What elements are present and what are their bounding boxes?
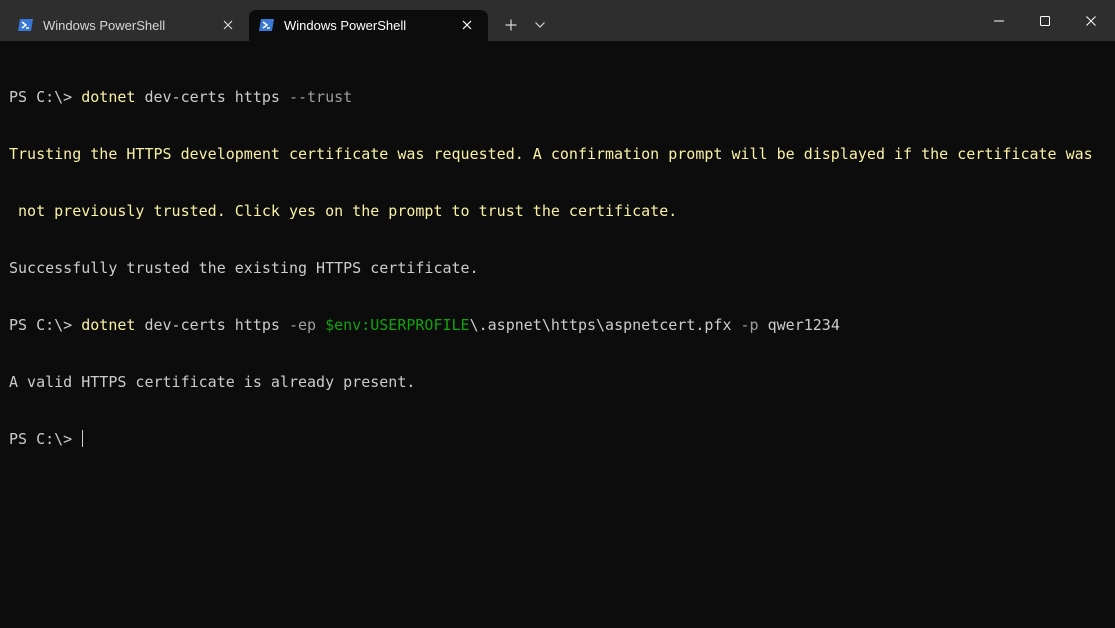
tab-title: Windows PowerShell: [43, 18, 166, 33]
file-path: \.aspnet\https\aspnetcert.pfx: [469, 316, 741, 334]
warning-line: not previously trusted. Click yes on the…: [9, 202, 678, 220]
text-cursor: [82, 430, 84, 447]
maximize-button[interactable]: [1022, 0, 1068, 41]
powershell-icon: [18, 18, 34, 32]
tab-title: Windows PowerShell: [284, 18, 407, 33]
close-tab-icon[interactable]: [459, 17, 475, 33]
command-args: dev-certs https: [135, 88, 289, 106]
command-name: dotnet: [81, 316, 136, 334]
close-icon: [1086, 15, 1096, 26]
prompt: PS C:\>: [9, 88, 82, 106]
parameter-value: qwer1234: [758, 316, 840, 334]
prompt: PS C:\>: [9, 430, 82, 448]
terminal-line: PS C:\> dotnet dev-certs https -ep $env:…: [9, 316, 1109, 335]
tab-dropdown-button[interactable]: [527, 12, 553, 38]
close-window-button[interactable]: [1068, 0, 1114, 41]
terminal-output[interactable]: PS C:\> dotnet dev-certs https --trust T…: [9, 50, 1109, 487]
plus-icon: [505, 19, 517, 31]
command-parameter: -ep: [288, 316, 317, 334]
close-tab-icon[interactable]: [220, 17, 236, 33]
minimize-button[interactable]: [976, 0, 1022, 41]
tab-windows-powershell-1[interactable]: Windows PowerShell: [8, 10, 244, 41]
environment-variable: $env:USERPROFILE: [325, 316, 470, 334]
prompt: PS C:\>: [9, 316, 82, 334]
terminal-line: PS C:\> dotnet dev-certs https --trust: [9, 88, 1109, 107]
warning-line: Trusting the HTTPS development certifica…: [9, 145, 1093, 163]
command-args: dev-certs https: [135, 316, 289, 334]
chevron-down-icon: [535, 22, 545, 28]
tab-windows-powershell-2[interactable]: Windows PowerShell: [249, 10, 488, 41]
minimize-icon: [994, 20, 1004, 21]
output-line: A valid HTTPS certificate is already pre…: [9, 373, 416, 391]
command-name: dotnet: [81, 88, 136, 106]
maximize-icon: [1040, 15, 1050, 26]
terminal-window: Windows PowerShell Windows PowerShell PS…: [0, 0, 1115, 628]
command-parameter: --trust: [288, 88, 353, 106]
title-bar[interactable]: Windows PowerShell Windows PowerShell: [0, 0, 1115, 41]
command-parameter: -p: [740, 316, 759, 334]
powershell-icon: [259, 18, 275, 32]
new-tab-button[interactable]: [498, 12, 524, 38]
output-line: Successfully trusted the existing HTTPS …: [9, 259, 479, 277]
terminal-line: PS C:\>: [9, 430, 1109, 449]
